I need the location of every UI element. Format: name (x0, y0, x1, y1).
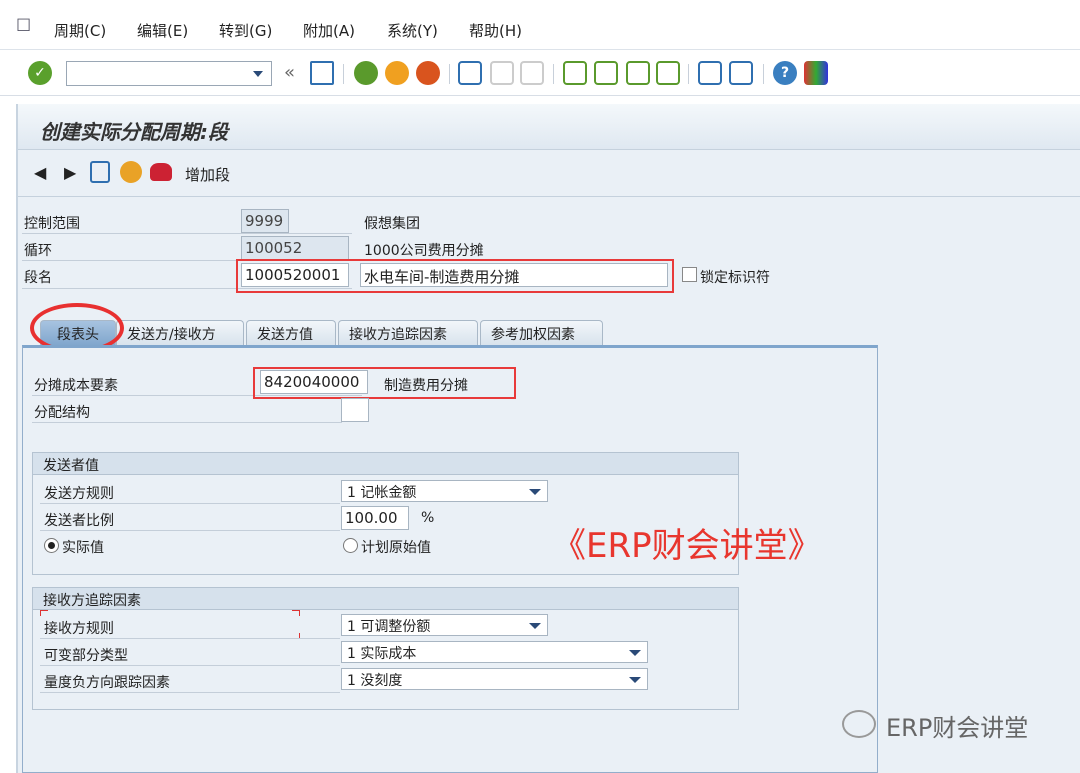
tab-sender-receiver[interactable]: 发送方/接收方 (116, 320, 244, 346)
var-type-label: 可变部分类型 (44, 648, 128, 664)
negative-tracing-label: 量度负方向跟踪因素 (44, 675, 170, 691)
controlling-area-field: 9999 (241, 209, 289, 233)
page-title: 创建实际分配周期:段 (40, 120, 228, 144)
receiver-rule-dropdown[interactable]: 1 可调整份额 (341, 614, 548, 636)
sender-rule-label: 发送方规则 (44, 486, 114, 502)
receiver-tracing-title: 接收方追踪因素 (33, 588, 738, 610)
negative-tracing-dropdown[interactable]: 1 没刻度 (341, 668, 648, 690)
exit-icon[interactable] (385, 61, 409, 85)
cycle-name: 1000公司费用分摊 (364, 243, 484, 259)
actual-radio[interactable] (44, 538, 59, 553)
sender-values-title: 发送者值 (33, 453, 738, 475)
menu-edit[interactable]: 编辑(E) (137, 20, 188, 41)
print-icon[interactable] (458, 61, 482, 85)
overview-icon[interactable] (120, 161, 142, 183)
shortcut-icon[interactable] (729, 61, 753, 85)
new-session-icon[interactable] (698, 61, 722, 85)
sender-share-field[interactable]: 100.00 (341, 506, 409, 530)
find-next-icon[interactable] (520, 61, 544, 85)
first-page-icon[interactable] (563, 61, 587, 85)
menu-system[interactable]: 系统(Y) (387, 20, 438, 41)
negative-tracing-value: 1 没刻度 (347, 673, 403, 689)
watermark: 《ERP财会讲堂》 (552, 526, 822, 566)
plan-radio[interactable] (343, 538, 358, 553)
hat-icon[interactable] (150, 163, 172, 181)
sender-rule-dropdown[interactable]: 1 记帐金额 (341, 480, 548, 502)
save-icon[interactable] (310, 61, 334, 85)
cycle-label: 循环 (24, 243, 52, 259)
tab-weighting-factors[interactable]: 参考加权因素 (480, 320, 603, 346)
controlling-area-label: 控制范围 (24, 216, 80, 232)
sender-share-label: 发送者比例 (44, 513, 114, 529)
enter-icon[interactable]: ✓ (28, 61, 52, 85)
menu-period[interactable]: 周期(C) (54, 20, 106, 41)
receiver-rule-value: 1 可调整份额 (347, 619, 431, 635)
controlling-area-name: 假想集团 (364, 216, 420, 232)
alloc-structure-field[interactable] (341, 398, 369, 422)
lock-label: 锁定标识符 (700, 270, 770, 286)
binoculars-icon[interactable] (90, 161, 110, 183)
menu-icon[interactable]: ☐ (16, 16, 31, 36)
tab-sender-values[interactable]: 发送方值 (246, 320, 336, 346)
previous-page-icon[interactable] (594, 61, 618, 85)
menu-help[interactable]: 帮助(H) (469, 20, 522, 41)
find-icon[interactable] (490, 61, 514, 85)
alloc-structure-label: 分配结构 (34, 405, 90, 421)
menu-bar: ☐ 周期(C) 编辑(E) 转到(G) 附加(A) 系统(Y) 帮助(H) (0, 0, 1080, 50)
help-icon[interactable]: ? (773, 61, 797, 85)
collapse-icon[interactable]: « (284, 62, 295, 83)
percent-unit: % (421, 510, 435, 526)
sender-rule-value: 1 记帐金额 (347, 485, 417, 501)
var-type-dropdown[interactable]: 1 实际成本 (341, 641, 648, 663)
back-icon[interactable] (354, 61, 378, 85)
cancel-icon[interactable] (416, 61, 440, 85)
actual-label: 实际值 (62, 540, 104, 556)
standard-toolbar: ✓ « ? (0, 50, 1080, 96)
layout-icon[interactable] (804, 61, 828, 85)
next-page-icon[interactable] (626, 61, 650, 85)
cycle-field: 100052 (241, 236, 349, 260)
last-page-icon[interactable] (656, 61, 680, 85)
application-toolbar: ◀ ▶ 增加段 (18, 151, 1080, 197)
previous-icon[interactable]: ◀ (34, 163, 46, 182)
add-segment-button[interactable]: 增加段 (185, 164, 230, 185)
command-field[interactable] (66, 61, 272, 86)
segment-label: 段名 (24, 270, 52, 286)
menu-extras[interactable]: 附加(A) (303, 20, 355, 41)
tab-receiver-tracing[interactable]: 接收方追踪因素 (338, 320, 478, 346)
highlight-box (253, 367, 516, 399)
footer-brand: ERP财会讲堂 (886, 714, 1029, 742)
plan-label: 计划原始值 (361, 540, 431, 556)
lock-checkbox[interactable] (682, 267, 697, 282)
wechat-icon (842, 710, 876, 738)
cost-element-label: 分摊成本要素 (34, 378, 118, 394)
menu-goto[interactable]: 转到(G) (219, 20, 272, 41)
highlight-box (236, 259, 674, 293)
var-type-value: 1 实际成本 (347, 646, 417, 662)
next-icon[interactable]: ▶ (64, 163, 76, 182)
